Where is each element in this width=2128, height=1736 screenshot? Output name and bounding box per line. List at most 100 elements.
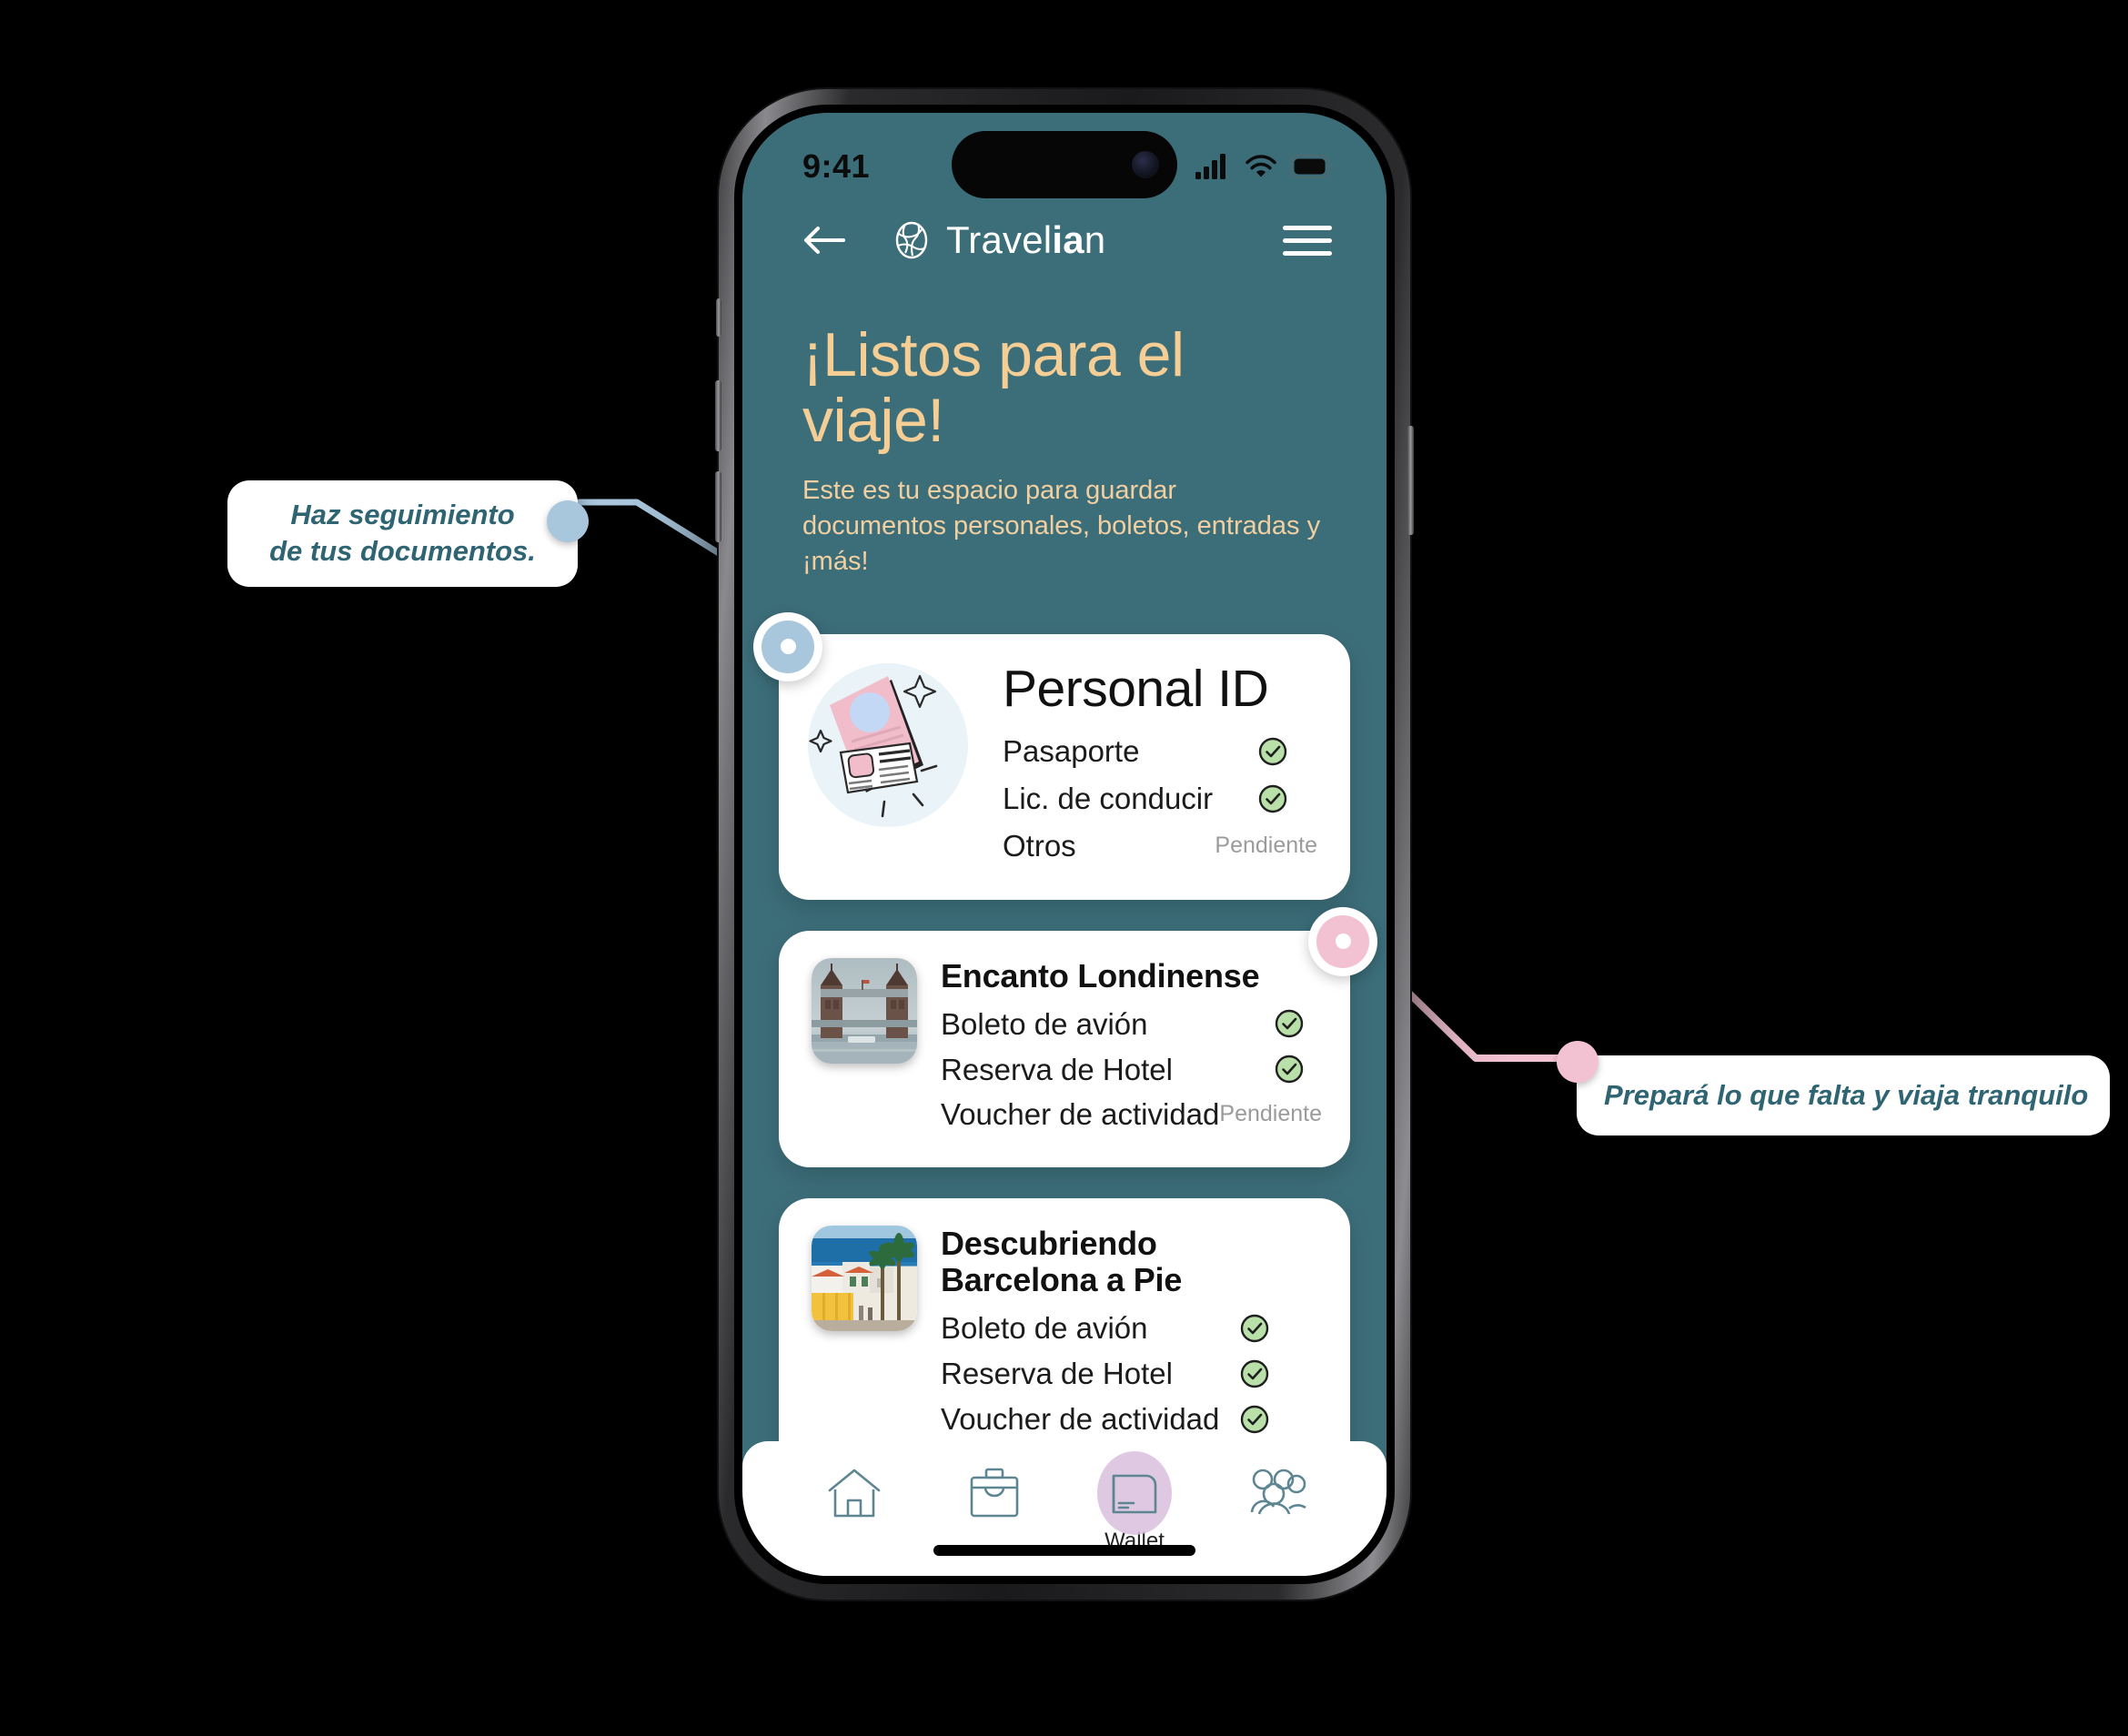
phone-bezel: 9:41 Travelian ¡Listos para el viaje! Es… — [734, 105, 1395, 1584]
document-row[interactable]: Boleto de avión — [941, 1306, 1317, 1351]
nav-icon-wrap — [824, 1461, 884, 1525]
app-header: Travelian — [742, 197, 1387, 284]
check-circle-icon — [1258, 737, 1287, 765]
power-button[interactable] — [1407, 426, 1414, 535]
nav-icon-wrap — [966, 1461, 1023, 1525]
brand-name: Travelian — [946, 218, 1105, 262]
barcelona-coast-thumbnail — [812, 1226, 917, 1441]
menu-bar-2 — [1283, 237, 1332, 243]
status-badge — [1239, 1404, 1317, 1435]
home-indicator[interactable] — [933, 1545, 1195, 1556]
front-camera-icon — [1132, 151, 1159, 178]
card-title: Personal ID — [1003, 659, 1269, 718]
document-label: Lic. de conducir — [1003, 782, 1214, 816]
status-badge: Pendiente — [1219, 1103, 1322, 1125]
silent-switch[interactable] — [716, 298, 721, 337]
status-badge — [1274, 1008, 1317, 1039]
status-badge — [1274, 1054, 1317, 1085]
back-button[interactable] — [799, 215, 850, 266]
card-body: Descubriendo Barcelona a Pie Boleto de a… — [941, 1226, 1317, 1441]
status-badge — [1257, 783, 1317, 814]
callout-right: Prepará lo que falta y viaja tranquilo — [1557, 1041, 2110, 1135]
phone-frame: 9:41 Travelian ¡Listos para el viaje! Es… — [715, 89, 1414, 1600]
card-body: Encanto Londinense Boleto de avión Reser… — [941, 956, 1322, 1137]
check-circle-icon — [1275, 1055, 1304, 1084]
status-text: Pendiente — [1215, 832, 1317, 858]
phone-screen: 9:41 Travelian ¡Listos para el viaje! Es… — [742, 113, 1387, 1576]
document-label: Otros — [1003, 828, 1076, 863]
document-row[interactable]: Otros Pendiente — [1003, 823, 1317, 869]
check-circle-icon — [1240, 1314, 1269, 1342]
nav-item-wallet[interactable]: Wallet — [1071, 1461, 1198, 1554]
nav-item-community[interactable] — [1211, 1461, 1338, 1529]
home-icon — [828, 1469, 881, 1518]
wallet-card-list: Personal ID Pasaporte Lic. de conducir O… — [742, 580, 1387, 1441]
brand-bold: ia — [1052, 218, 1084, 261]
page-title: ¡Listos para el viaje! — [802, 320, 1185, 456]
status-badge: Pendiente — [1215, 832, 1317, 858]
hotspot-inner-dot — [1316, 914, 1369, 968]
card-encanto-londinense[interactable]: Encanto Londinense Boleto de avión Reser… — [779, 906, 1377, 1168]
status-badge — [1239, 1358, 1317, 1389]
document-label: Voucher de actividad — [941, 1402, 1220, 1437]
briefcase-icon — [970, 1468, 1019, 1518]
dynamic-island — [952, 131, 1177, 198]
hero-section: ¡Listos para el viaje! Este es tu espaci… — [742, 284, 1387, 580]
document-row[interactable]: Voucher de actividad Pendiente — [941, 1092, 1322, 1136]
document-row[interactable]: Reserva de Hotel — [941, 1046, 1317, 1092]
document-label: Voucher de actividad — [941, 1097, 1220, 1132]
thumbnail-image — [812, 957, 917, 1064]
nav-item-home[interactable] — [791, 1461, 918, 1529]
volume-down-button[interactable] — [715, 471, 721, 542]
hotspot-marker-pending[interactable] — [1308, 906, 1377, 976]
cellular-signal-icon — [1195, 154, 1225, 179]
check-circle-icon — [1240, 1359, 1269, 1388]
status-time: 9:41 — [802, 147, 871, 185]
hamburger-menu-icon[interactable] — [1283, 215, 1334, 266]
brand-logo: Travelian — [890, 218, 1105, 262]
document-row[interactable]: Boleto de avión — [941, 1001, 1317, 1046]
callout-left-line1: Haz seguimiento — [290, 499, 515, 530]
globe-icon — [895, 221, 928, 259]
callout-right-text: Prepará lo que falta y viaja tranquilo — [1604, 1079, 2089, 1111]
nav-icon-wrap — [1242, 1461, 1307, 1525]
document-row[interactable]: Pasaporte — [1003, 728, 1317, 775]
card-title: Encanto Londinense — [941, 956, 1260, 994]
passport-document-icon — [809, 674, 938, 818]
document-label: Boleto de avión — [941, 1311, 1148, 1346]
page-subtitle: Este es tu espacio para guardar document… — [802, 476, 1321, 576]
document-row[interactable]: Reserva de Hotel — [941, 1351, 1317, 1397]
thumbnail-image — [812, 1226, 917, 1332]
callout-right-anchor-dot — [1557, 1041, 1599, 1083]
bottom-navigation-bar: Wallet — [742, 1441, 1387, 1576]
card-descubriendo-barcelona[interactable]: Descubriendo Barcelona a Pie Boleto de a… — [779, 1198, 1350, 1441]
menu-bar-1 — [1283, 225, 1332, 230]
nav-icon-wrap — [1106, 1461, 1163, 1525]
status-badge — [1239, 1313, 1317, 1344]
battery-icon — [1290, 155, 1334, 178]
document-label: Pasaporte — [1003, 734, 1140, 769]
card-title: Descubriendo Barcelona a Pie — [941, 1225, 1183, 1298]
group-people-icon — [1250, 1469, 1306, 1515]
brand-suffix: n — [1084, 218, 1106, 261]
status-text: Pendiente — [1219, 1101, 1322, 1127]
status-bar: 9:41 — [742, 113, 1387, 198]
check-circle-icon — [1258, 784, 1287, 812]
card-personal-id[interactable]: Personal ID Pasaporte Lic. de conducir O… — [753, 611, 1350, 900]
brand-prefix: Travel — [946, 218, 1053, 261]
document-label: Boleto de avión — [941, 1006, 1148, 1041]
nav-item-trips[interactable] — [931, 1461, 1058, 1529]
status-icons — [1195, 154, 1334, 179]
check-circle-icon — [1240, 1405, 1269, 1433]
document-row[interactable]: Voucher de actividad — [941, 1397, 1317, 1441]
callout-left: Haz seguimiento de tus documentos. — [227, 480, 589, 587]
check-circle-icon — [1275, 1010, 1304, 1038]
document-label: Reserva de Hotel — [941, 1357, 1173, 1391]
london-tower-bridge-thumbnail — [812, 957, 917, 1137]
passport-illustration — [801, 656, 979, 834]
card-body: Personal ID Pasaporte Lic. de conducir O… — [1003, 656, 1317, 869]
volume-up-button[interactable] — [715, 380, 721, 451]
wallet-icon — [1112, 1474, 1157, 1514]
document-row[interactable]: Lic. de conducir — [1003, 775, 1317, 823]
arrow-left-icon — [804, 227, 845, 254]
